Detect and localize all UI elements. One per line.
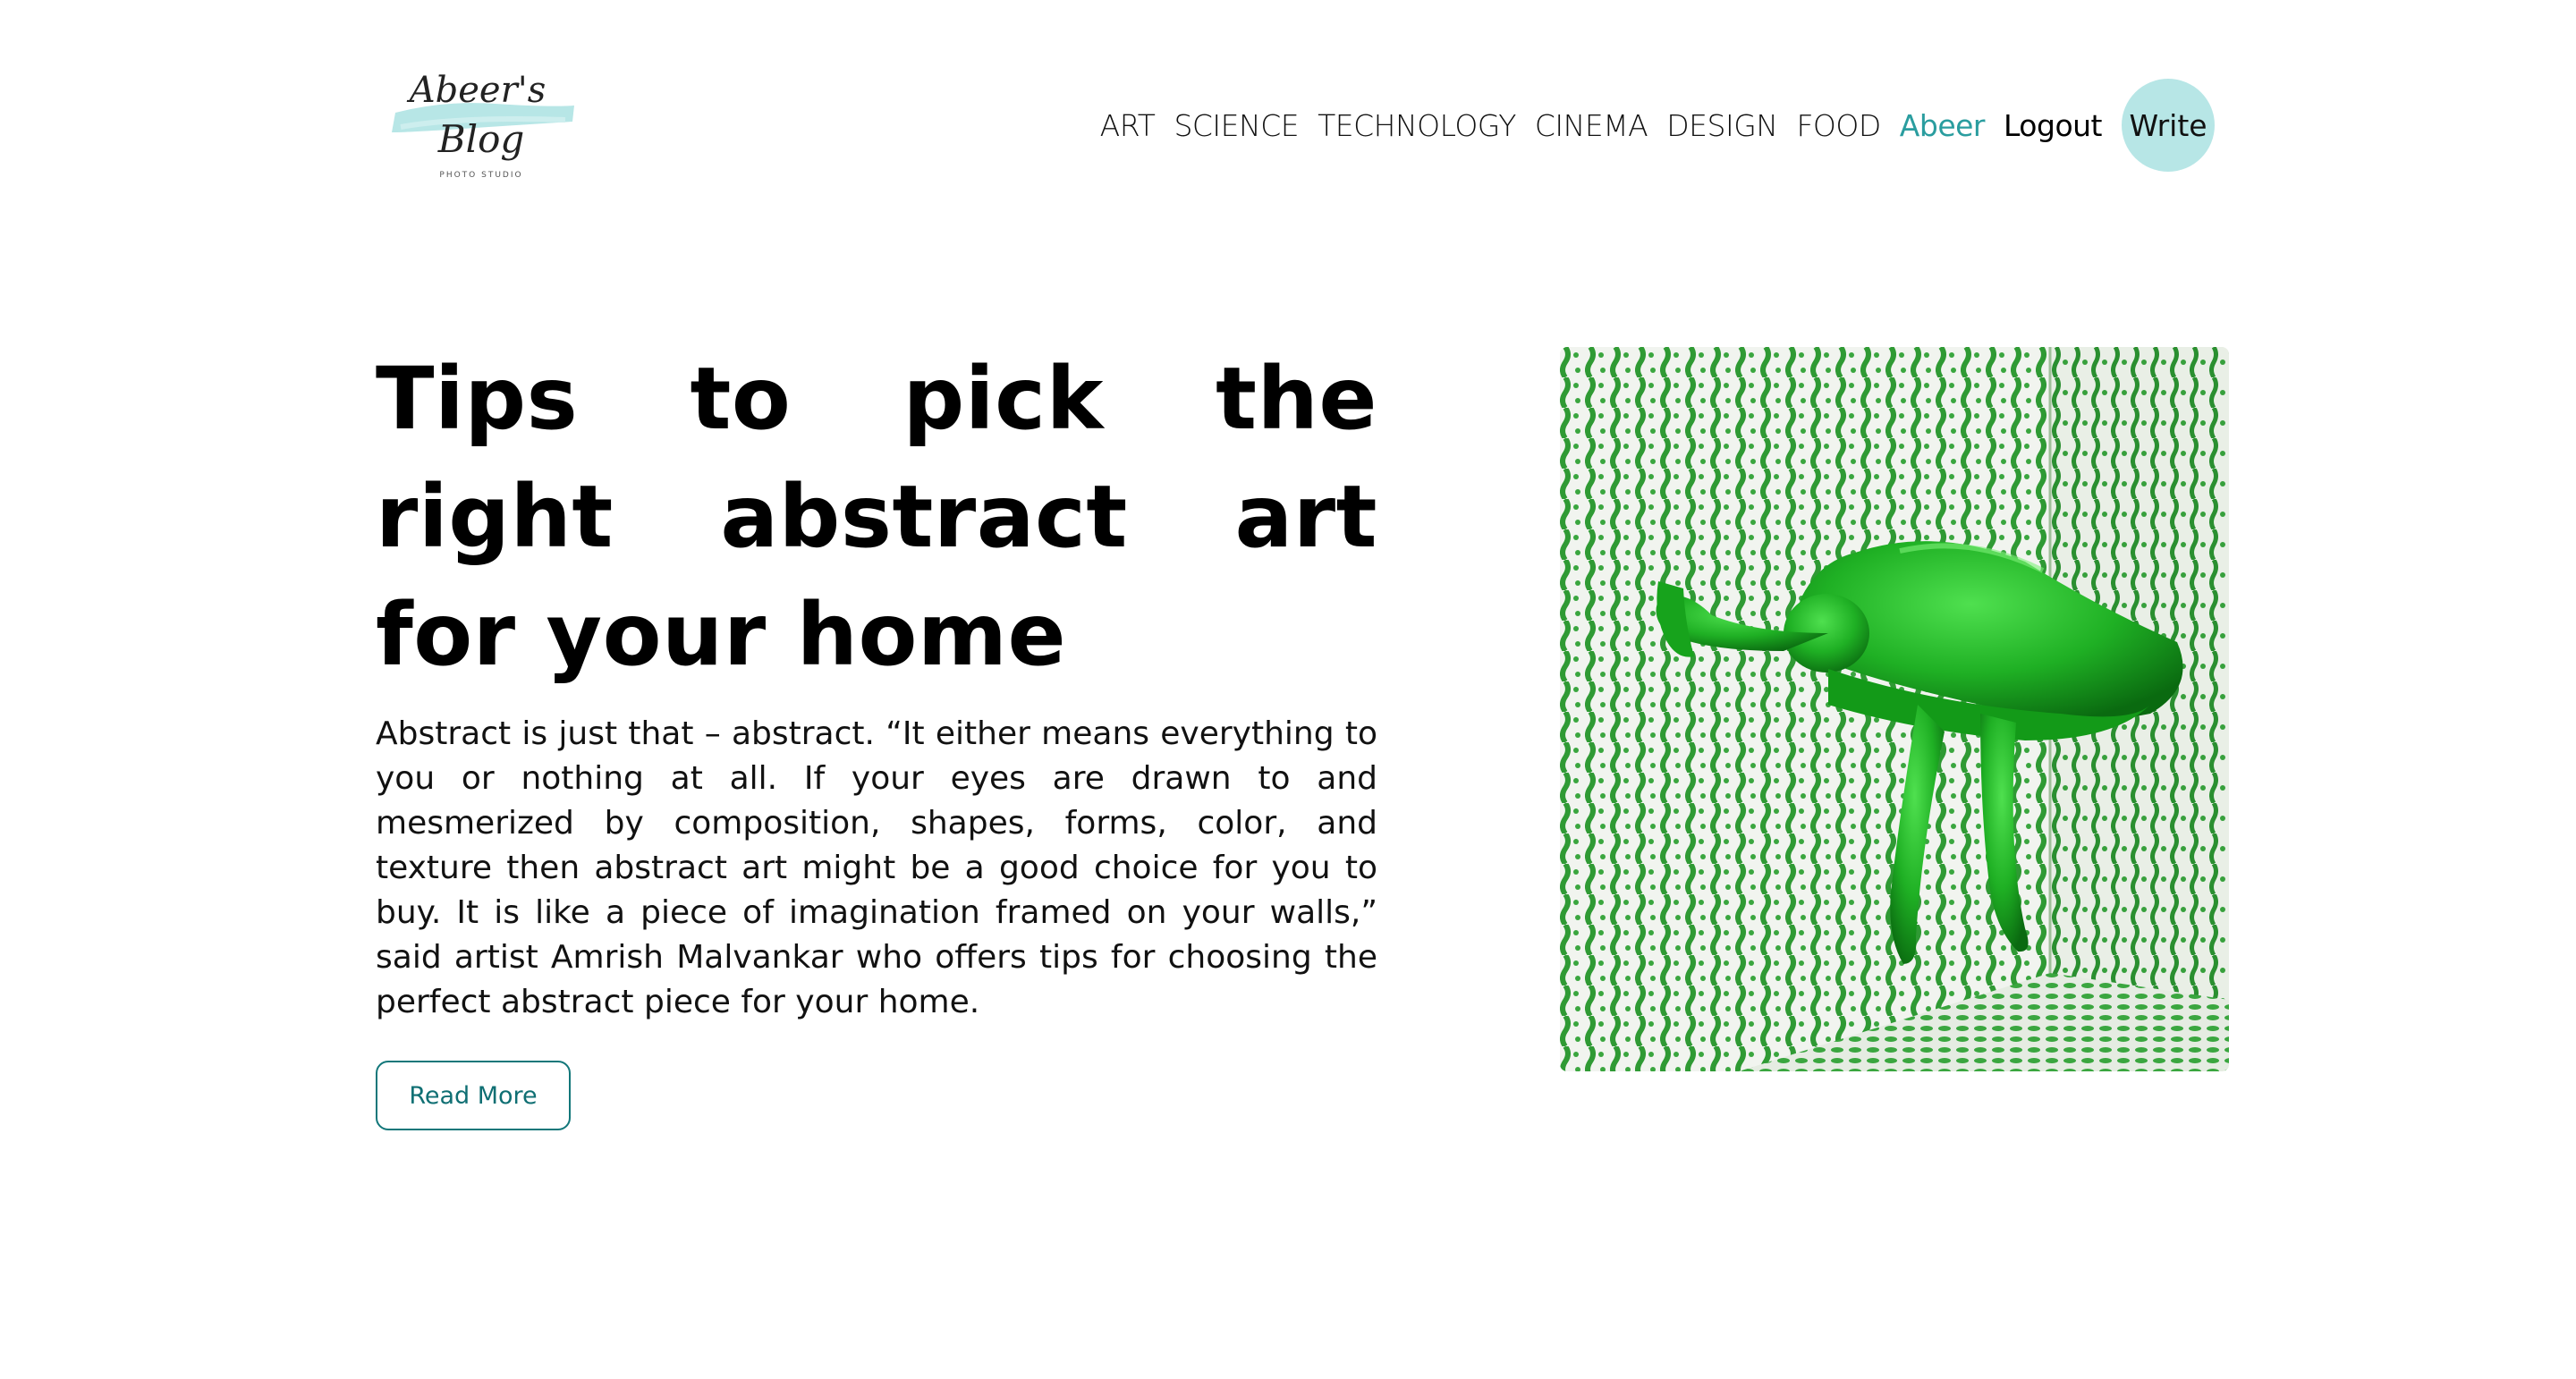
green-figure-image (1560, 347, 2229, 1071)
site-header: Abeer's Blog PHOTO STUDIO ART SCIENCE TE… (0, 0, 2576, 233)
post-content: Tips to pick the right abstract art for … (376, 340, 1377, 1130)
nav-user-link[interactable]: Abeer (1900, 108, 1986, 143)
post-title[interactable]: Tips to pick the right abstract art for … (376, 340, 1377, 694)
logo-tagline: PHOTO STUDIO (439, 171, 522, 180)
main-nav: ART SCIENCE TECHNOLOGY CINEMA DESIGN FOO… (1100, 79, 2215, 172)
nav-item-technology[interactable]: TECHNOLOGY (1318, 108, 1516, 143)
nav-item-design[interactable]: DESIGN (1666, 108, 1778, 143)
write-button[interactable]: Write (2122, 79, 2215, 172)
nav-item-food[interactable]: FOOD (1796, 108, 1881, 143)
logo-line2: Blog (437, 117, 524, 161)
post-image[interactable] (1560, 347, 2229, 1071)
read-more-button[interactable]: Read More (376, 1061, 571, 1130)
logout-link[interactable]: Logout (2004, 108, 2103, 143)
post-excerpt: Abstract is just that – abstract. “It ei… (376, 715, 1377, 1020)
nav-item-art[interactable]: ART (1100, 108, 1156, 143)
nav-item-cinema[interactable]: CINEMA (1535, 108, 1648, 143)
logo[interactable]: Abeer's Blog PHOTO STUDIO (390, 61, 578, 186)
logo-graphic: Abeer's Blog PHOTO STUDIO (392, 70, 574, 180)
logo-line1: Abeer's (406, 70, 546, 111)
nav-item-science[interactable]: SCIENCE (1174, 108, 1299, 143)
